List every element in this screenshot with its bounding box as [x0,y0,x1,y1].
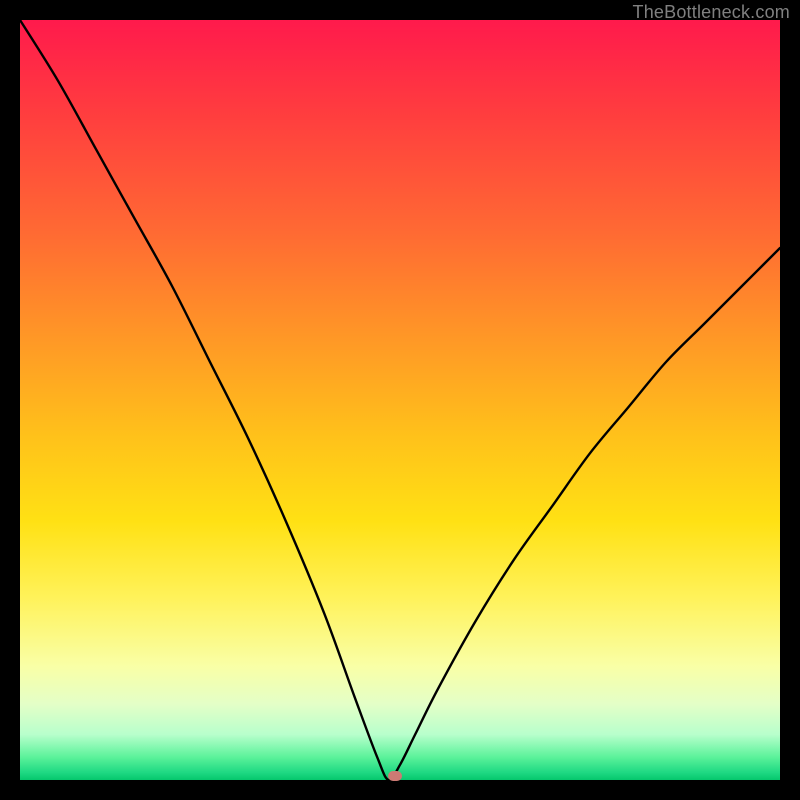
watermark-text: TheBottleneck.com [633,2,790,23]
chart-frame: TheBottleneck.com [0,0,800,800]
bottleneck-curve [20,20,780,780]
optimal-marker [388,771,402,781]
plot-area [20,20,780,780]
